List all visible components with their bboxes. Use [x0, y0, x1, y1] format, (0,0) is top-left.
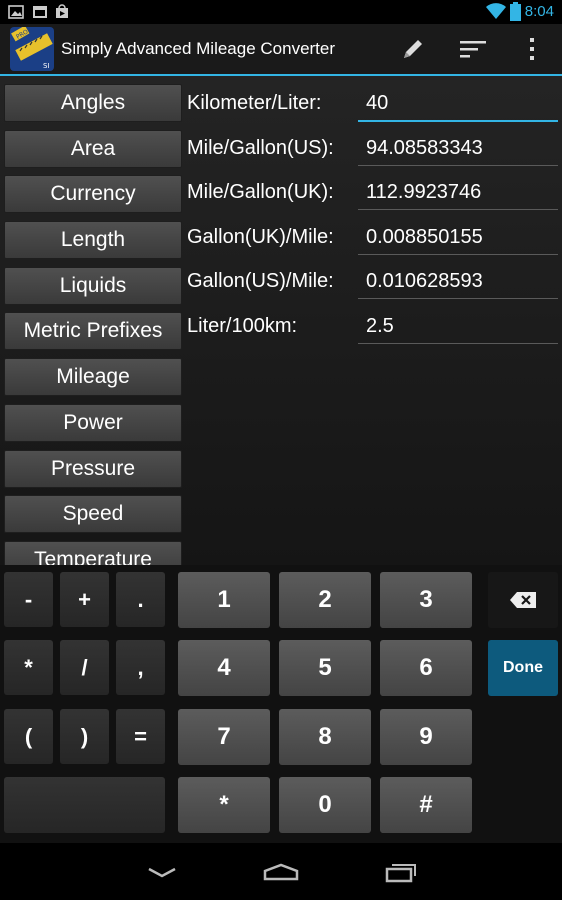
key-9[interactable]: 9 — [380, 709, 472, 765]
liter-100km-input[interactable]: 2.5 — [358, 309, 558, 344]
key-comma[interactable]: , — [116, 640, 165, 695]
wifi-icon — [486, 3, 506, 19]
overflow-menu-icon — [530, 38, 534, 60]
sort-icon — [460, 41, 486, 58]
navigation-bar — [0, 843, 562, 900]
key-equals[interactable]: = — [116, 709, 165, 764]
conversion-fields: Kilometer/Liter: 40 Mile/Gallon(US): 94.… — [187, 86, 559, 353]
key-divide[interactable]: / — [60, 640, 109, 695]
battery-icon — [510, 2, 521, 21]
field-label: Gallon(UK)/Mile: — [187, 225, 334, 248]
field-value: 0.010628593 — [366, 270, 483, 292]
category-speed-button[interactable]: Speed — [4, 495, 182, 534]
gallon-uk-mile-input[interactable]: 0.008850155 — [358, 220, 558, 255]
kilometer-liter-input[interactable]: 40 — [358, 86, 558, 122]
field-label: Mile/Gallon(UK): — [187, 181, 334, 203]
key-7[interactable]: 7 — [178, 709, 270, 765]
sort-button[interactable] — [447, 24, 499, 74]
backspace-icon — [510, 592, 536, 608]
category-length-button[interactable]: Length — [4, 221, 182, 260]
key-5[interactable]: 5 — [279, 640, 371, 696]
clock: 8:04 — [524, 3, 554, 20]
category-currency-button[interactable]: Currency — [4, 175, 182, 214]
back-button[interactable] — [132, 857, 192, 887]
field-row-mile-gallon-us: Mile/Gallon(US): 94.08583343 — [187, 131, 559, 176]
field-row-gallon-uk-mile: Gallon(UK)/Mile: 0.008850155 — [187, 220, 559, 265]
category-temperature-button[interactable]: Temperature — [4, 540, 182, 565]
edit-icon — [404, 40, 422, 58]
field-value: 2.5 — [366, 314, 394, 337]
key-8[interactable]: 8 — [279, 709, 371, 765]
category-angles-button[interactable]: Angles — [4, 84, 182, 122]
category-pressure-button[interactable]: Pressure — [4, 449, 182, 488]
category-metric-prefixes-button[interactable]: Metric Prefixes — [4, 312, 182, 351]
action-bar: PRO SI Simply Advanced Mileage Converter — [0, 24, 562, 76]
home-icon — [263, 863, 299, 881]
field-row-liter-100km: Liter/100km: 2.5 — [187, 309, 559, 354]
key-4[interactable]: 4 — [178, 640, 270, 696]
key-star[interactable]: * — [178, 777, 270, 833]
field-label: Kilometer/Liter: — [187, 92, 322, 114]
numeric-keypad: - + . * / , ( ) = 1 2 3 4 5 6 7 8 9 * 0 … — [0, 565, 562, 843]
field-row-kilometer-liter: Kilometer/Liter: 40 — [187, 86, 559, 131]
key-6[interactable]: 6 — [380, 640, 472, 696]
key-hash[interactable]: # — [380, 777, 472, 833]
recent-apps-icon — [385, 864, 416, 883]
key-close-paren[interactable]: ) — [60, 709, 109, 764]
key-0[interactable]: 0 — [279, 777, 371, 833]
recent-apps-button[interactable] — [371, 857, 431, 887]
field-value: 40 — [366, 92, 389, 114]
key-1[interactable]: 1 — [178, 572, 270, 628]
category-liquids-button[interactable]: Liquids — [4, 266, 182, 305]
category-list[interactable]: Angles Area Currency Length Liquids Metr… — [4, 84, 184, 565]
field-value: 0.008850155 — [366, 225, 483, 248]
converter-content: Angles Area Currency Length Liquids Metr… — [0, 76, 562, 565]
status-bar: 8:04 — [0, 0, 562, 24]
play-store-icon — [56, 4, 68, 18]
field-row-mile-gallon-uk: Mile/Gallon(UK): 112.9923746 — [187, 175, 559, 220]
field-label: Liter/100km: — [187, 314, 298, 337]
gallon-us-mile-input[interactable]: 0.010628593 — [358, 264, 558, 299]
calendar-icon — [33, 6, 47, 18]
field-label: Mile/Gallon(US): — [187, 136, 334, 159]
done-key[interactable]: Done — [488, 640, 558, 696]
svg-text:SI: SI — [43, 62, 50, 70]
back-icon — [148, 867, 176, 878]
field-value: 112.9923746 — [366, 181, 482, 203]
key-plus[interactable]: + — [60, 572, 109, 627]
mile-gallon-uk-input[interactable]: 112.9923746 — [358, 175, 558, 210]
category-mileage-button[interactable]: Mileage — [4, 358, 182, 397]
key-multiply[interactable]: * — [4, 640, 53, 695]
key-period[interactable]: . — [116, 572, 165, 627]
edit-button[interactable] — [387, 24, 439, 74]
app-logo-icon[interactable]: PRO SI — [10, 27, 54, 71]
mile-gallon-us-input[interactable]: 94.08583343 — [358, 131, 558, 166]
home-button[interactable] — [251, 857, 311, 887]
key-space[interactable] — [4, 777, 165, 833]
category-area-button[interactable]: Area — [4, 129, 182, 168]
field-row-gallon-us-mile: Gallon(US)/Mile: 0.010628593 — [187, 264, 559, 309]
key-3[interactable]: 3 — [380, 572, 472, 628]
key-open-paren[interactable]: ( — [4, 709, 53, 764]
key-minus[interactable]: - — [4, 572, 53, 627]
app-title: Simply Advanced Mileage Converter — [61, 39, 336, 58]
overflow-menu-button[interactable] — [506, 24, 558, 74]
backspace-key[interactable] — [488, 572, 558, 628]
field-label: Gallon(US)/Mile: — [187, 270, 334, 292]
key-2[interactable]: 2 — [279, 572, 371, 628]
field-value: 94.08583343 — [366, 136, 483, 159]
image-icon — [8, 5, 24, 19]
category-power-button[interactable]: Power — [4, 403, 182, 442]
